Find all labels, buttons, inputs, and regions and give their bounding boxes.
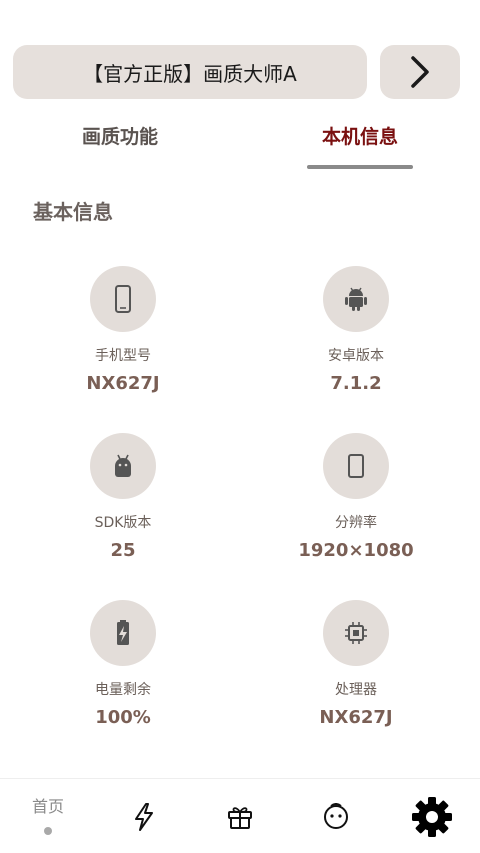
gift-icon <box>228 806 252 829</box>
info-item-phone-model: 手机型号 NX627J <box>23 266 223 396</box>
info-item-processor: 处理器 NX627J <box>256 600 456 730</box>
active-tab-indicator <box>307 165 413 169</box>
info-label: 电量剩余 <box>95 682 151 698</box>
nav-gift[interactable] <box>192 779 288 853</box>
info-value: 25 <box>110 540 136 561</box>
info-item-battery: 电量剩余 100% <box>23 600 223 730</box>
info-icon-circle <box>90 600 156 666</box>
page: 【官方正版】画质大师A 画质功能 本机信息 基本信息 手机型号 NX627J 安… <box>0 0 480 853</box>
info-item-sdk-version: SDK版本 25 <box>23 433 223 563</box>
info-label: 分辨率 <box>335 515 377 531</box>
nav-boost[interactable] <box>96 779 192 853</box>
android-icon <box>345 287 367 311</box>
android-head-icon <box>115 454 131 477</box>
info-value: 7.1.2 <box>330 373 382 394</box>
nav-chat[interactable] <box>288 779 384 853</box>
bottom-nav: 首页 <box>0 778 480 853</box>
info-label: 手机型号 <box>95 348 151 364</box>
lightning-icon <box>135 802 153 831</box>
info-icon-circle <box>323 266 389 332</box>
info-label: SDK版本 <box>94 515 152 531</box>
info-label: 处理器 <box>335 682 377 698</box>
info-value: NX627J <box>319 707 393 728</box>
app-title-pill[interactable]: 【官方正版】画质大师A <box>13 45 367 99</box>
nav-active-dot <box>44 826 52 835</box>
info-value: NX627J <box>86 373 160 394</box>
smiley-icon <box>324 802 348 829</box>
info-value: 1920×1080 <box>298 540 414 561</box>
app-title: 【官方正版】画质大师A <box>83 61 297 86</box>
info-icon-circle <box>90 433 156 499</box>
info-icon-circle <box>90 266 156 332</box>
info-item-resolution: 分辨率 1920×1080 <box>256 433 456 563</box>
screen-icon <box>348 454 364 478</box>
tab-quality-features-label: 画质功能 <box>81 126 158 148</box>
cpu-icon <box>345 622 367 644</box>
info-label: 安卓版本 <box>328 348 384 364</box>
chevron-right-icon <box>411 56 429 88</box>
info-icon-circle <box>323 600 389 666</box>
tab-device-info[interactable]: 本机信息 <box>300 122 420 156</box>
gear-icon <box>412 796 452 837</box>
next-button[interactable] <box>380 45 460 99</box>
phone-icon <box>115 285 131 313</box>
battery-charging-icon <box>117 620 129 645</box>
nav-home[interactable]: 首页 <box>0 779 96 853</box>
info-item-android-version: 安卓版本 7.1.2 <box>256 266 456 396</box>
nav-home-label: 首页 <box>31 796 64 816</box>
nav-settings[interactable] <box>384 779 480 853</box>
tab-quality-features[interactable]: 画质功能 <box>60 122 180 156</box>
tab-device-info-label: 本机信息 <box>321 126 398 148</box>
info-value: 100% <box>95 707 151 728</box>
section-title: 基本信息 <box>33 200 113 224</box>
info-icon-circle <box>323 433 389 499</box>
